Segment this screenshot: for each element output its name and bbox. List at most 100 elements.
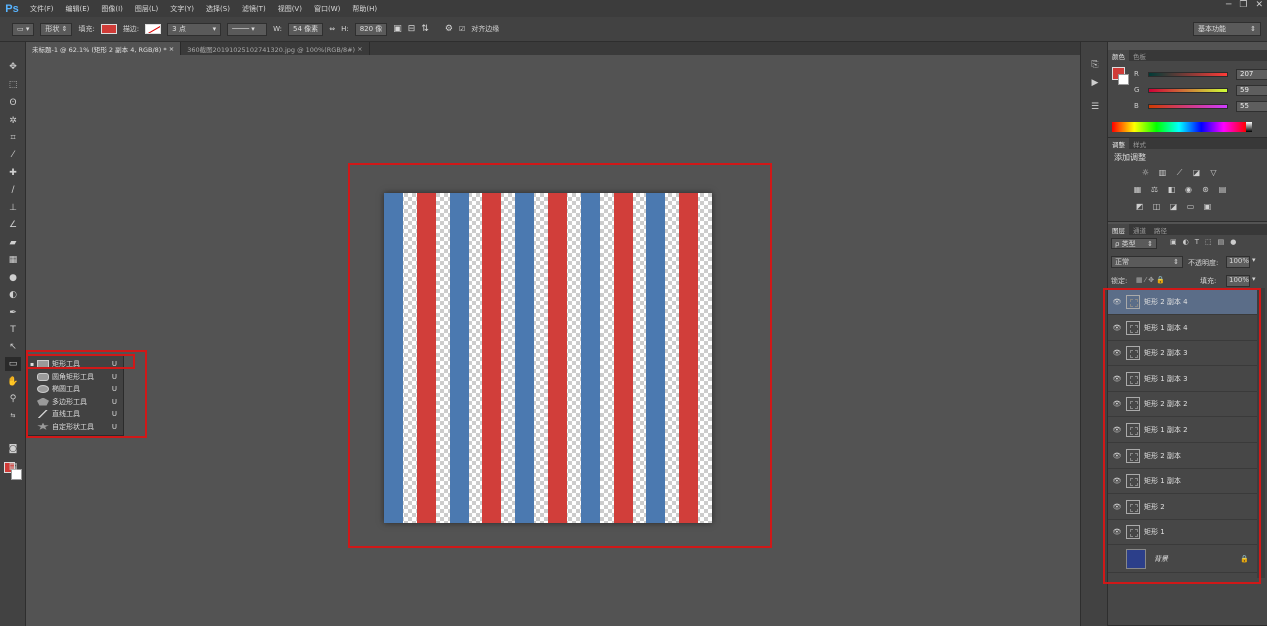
red-value-input[interactable]: 207 xyxy=(1236,68,1267,80)
lasso-tool-icon[interactable]: ʘ xyxy=(5,96,21,110)
history-icon[interactable]: ⎘ xyxy=(1089,60,1101,72)
opacity-dropdown-icon[interactable]: ▾ xyxy=(1252,256,1256,264)
minimize-button[interactable]: ─ xyxy=(1226,0,1231,10)
zoom-tool-icon[interactable]: ⚲ xyxy=(5,392,21,406)
filter-pixel-icon[interactable]: ▣ xyxy=(1170,238,1177,246)
menu-file[interactable]: 文件(F) xyxy=(24,4,60,14)
quick-mask-icon[interactable]: ◙ xyxy=(5,442,21,456)
filter-type-icon[interactable]: T xyxy=(1195,238,1199,246)
close-icon[interactable]: × xyxy=(357,45,362,53)
menu-image[interactable]: 图像(I) xyxy=(95,4,129,14)
channel-mixer-icon[interactable]: ⊛ xyxy=(1200,185,1211,195)
tab-color[interactable]: 颜色 xyxy=(1108,50,1129,61)
stroke-swatch[interactable] xyxy=(145,24,162,34)
crop-tool-icon[interactable]: ⌗ xyxy=(5,131,21,145)
history-brush-tool-icon[interactable]: ∠ xyxy=(5,218,21,232)
eyedropper-tool-icon[interactable]: ⁄ xyxy=(5,148,21,162)
green-value-input[interactable]: 59 xyxy=(1236,84,1267,96)
path-arrange-icon[interactable]: ⇅ xyxy=(421,24,429,34)
width-input[interactable]: 54 像素 xyxy=(288,22,324,36)
fill-dropdown-icon[interactable]: ▾ xyxy=(1252,275,1256,283)
opacity-input[interactable]: 100% xyxy=(1226,256,1250,268)
brush-tool-icon[interactable]: ∕ xyxy=(5,183,21,197)
vibrance-icon[interactable]: ▽ xyxy=(1208,168,1219,178)
threshold-icon[interactable]: ◪ xyxy=(1168,202,1179,212)
color-bg-swatch[interactable] xyxy=(1118,74,1129,85)
red-slider[interactable] xyxy=(1148,71,1228,77)
pen-tool-icon[interactable]: ✒ xyxy=(5,306,21,320)
stroke-width-input[interactable]: 3 点 ▾ xyxy=(167,22,222,36)
menu-edit[interactable]: 编辑(E) xyxy=(60,4,96,14)
posterize-icon[interactable]: ◫ xyxy=(1151,202,1162,212)
tab-swatches[interactable]: 色板 xyxy=(1129,50,1150,61)
exposure-icon[interactable]: ◪ xyxy=(1191,168,1202,178)
filter-smart-icon[interactable]: ▤ xyxy=(1218,238,1225,246)
stroke-type-select[interactable]: ──── ▾ xyxy=(227,22,268,36)
screen-mode-icon[interactable]: ▤ xyxy=(5,460,21,474)
align-edges-checkbox[interactable]: ☑ xyxy=(459,25,465,33)
selective-color-icon[interactable]: ▣ xyxy=(1202,202,1213,212)
menu-type[interactable]: 文字(Y) xyxy=(164,4,200,14)
hand-tool-icon[interactable]: ✋ xyxy=(5,375,21,389)
fill-swatch[interactable] xyxy=(100,24,117,34)
blue-slider[interactable] xyxy=(1148,103,1228,109)
menu-view[interactable]: 视图(V) xyxy=(272,4,308,14)
blend-mode-select[interactable]: 正常 ⇕ xyxy=(1111,256,1183,268)
gradient-map-icon[interactable]: ▭ xyxy=(1185,202,1196,212)
levels-icon[interactable]: ▥ xyxy=(1157,168,1168,178)
tab-paths[interactable]: 路径 xyxy=(1150,224,1171,235)
blur-tool-icon[interactable]: ● xyxy=(5,271,21,285)
lock-icons[interactable]: ▦ ⁄ ✥ 🔒 xyxy=(1136,276,1165,284)
fill-input[interactable]: 100% xyxy=(1226,275,1250,287)
path-align-icon[interactable]: ⊟ xyxy=(408,24,416,34)
hue-saturation-icon[interactable]: ▦ xyxy=(1132,185,1143,195)
tab-styles[interactable]: 样式 xyxy=(1129,138,1150,149)
dodge-tool-icon[interactable]: ◐ xyxy=(5,288,21,302)
black-white-icon[interactable]: ◧ xyxy=(1166,185,1177,195)
color-lookup-icon[interactable]: ▤ xyxy=(1217,185,1228,195)
menu-select[interactable]: 选择(S) xyxy=(200,4,236,14)
blue-value-input[interactable]: 55 xyxy=(1236,100,1267,112)
type-tool-icon[interactable]: T xyxy=(5,323,21,337)
marquee-tool-icon[interactable]: ⬚ xyxy=(5,78,21,92)
close-button[interactable]: ✕ xyxy=(1255,0,1263,10)
tab-channels[interactable]: 通道 xyxy=(1129,224,1150,235)
tool-preset-picker[interactable]: ▭ ▾ xyxy=(12,22,35,36)
gradient-tool-icon[interactable]: ▦ xyxy=(5,253,21,267)
curves-icon[interactable]: ⟋ xyxy=(1174,168,1185,178)
link-icon[interactable]: ⇔ xyxy=(329,25,335,33)
shape-mode-select[interactable]: 形状 ⇕ xyxy=(40,22,73,36)
gear-icon[interactable]: ⚙ xyxy=(445,24,453,34)
healing-brush-tool-icon[interactable]: ✚ xyxy=(5,166,21,180)
height-input[interactable]: 820 像 xyxy=(354,22,388,36)
rectangle-tool-icon[interactable]: ▭ xyxy=(5,357,21,371)
clone-stamp-tool-icon[interactable]: ⊥ xyxy=(5,201,21,215)
invert-icon[interactable]: ◩ xyxy=(1134,202,1145,212)
menu-window[interactable]: 窗口(W) xyxy=(308,4,346,14)
move-tool-icon[interactable]: ✥ xyxy=(5,60,21,74)
filter-toggle-icon[interactable]: ● xyxy=(1230,238,1236,246)
menu-layer[interactable]: 图层(L) xyxy=(129,4,164,14)
filter-shape-icon[interactable]: ⬚ xyxy=(1205,238,1212,246)
restore-button[interactable]: ❐ xyxy=(1239,0,1247,10)
tab-layers[interactable]: 图层 xyxy=(1108,224,1129,235)
magic-wand-tool-icon[interactable]: ✲ xyxy=(5,114,21,128)
brightness-icon[interactable]: ☼ xyxy=(1140,168,1151,178)
tab-document-2[interactable]: 360截图20191025102741320.jpg @ 100%(RGB/8#… xyxy=(181,42,370,55)
photo-filter-icon[interactable]: ◉ xyxy=(1183,185,1194,195)
green-slider[interactable] xyxy=(1148,87,1228,93)
workspace-select[interactable]: 基本功能 ⇕ xyxy=(1193,22,1261,36)
color-spectrum[interactable] xyxy=(1112,122,1252,132)
properties-icon[interactable]: ☰ xyxy=(1089,102,1101,114)
filter-adjust-icon[interactable]: ◐ xyxy=(1183,238,1189,246)
close-icon[interactable]: × xyxy=(169,45,174,53)
menu-filter[interactable]: 滤镜(T) xyxy=(236,4,272,14)
path-selection-tool-icon[interactable]: ↖ xyxy=(5,340,21,354)
actions-play-icon[interactable]: ▶ xyxy=(1089,78,1101,90)
path-ops-icon[interactable]: ▣ xyxy=(393,24,402,34)
menu-help[interactable]: 帮助(H) xyxy=(346,4,383,14)
eraser-tool-icon[interactable]: ▰ xyxy=(5,236,21,250)
tab-adjustments[interactable]: 调整 xyxy=(1108,138,1129,149)
layer-filter-select[interactable]: ρ 类型 ⇕ xyxy=(1111,238,1157,249)
color-balance-icon[interactable]: ⚖ xyxy=(1149,185,1160,195)
